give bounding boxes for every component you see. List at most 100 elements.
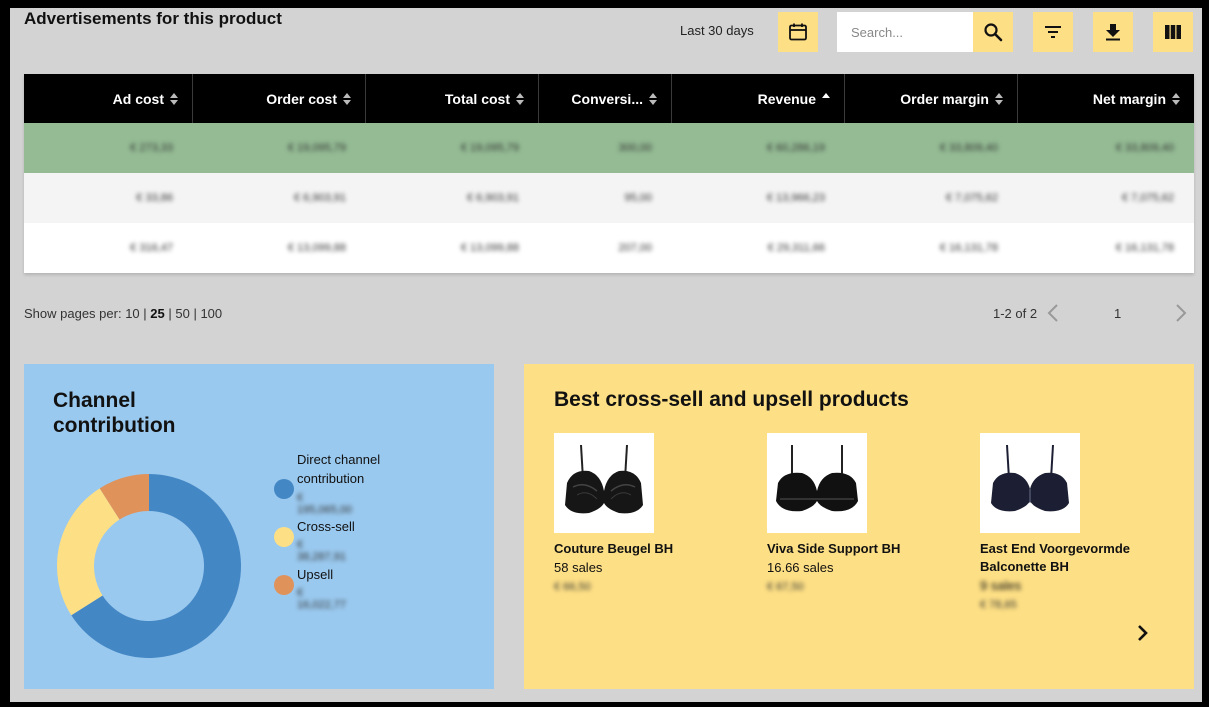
table-cell: € 6,903,91 (294, 192, 346, 204)
column-header-ad-cost[interactable]: Ad cost (24, 74, 193, 123)
search-input[interactable] (849, 23, 973, 41)
cross-sell-card: Best cross-sell and upsell products Cout… (524, 364, 1194, 689)
table-cell: € 33,809,40 (939, 142, 998, 154)
page-number-1[interactable]: 1 (1114, 306, 1121, 321)
page-title: Advertisements for this product (24, 9, 282, 28)
calendar-icon (789, 23, 807, 41)
legend-dot-cross-sell (274, 527, 294, 547)
page-size-label: Show pages per: (24, 306, 122, 321)
page-size-option-100[interactable]: 100 (200, 306, 222, 321)
table-cell: € 29,311,66 (767, 242, 825, 254)
table-cell: € 7,075,62 (1122, 192, 1174, 204)
search-button[interactable] (973, 12, 1013, 52)
table-cell: € 60,286,19 (766, 142, 825, 154)
table-cell: € 33,86 (136, 192, 173, 204)
column-header-total-cost[interactable]: Total cost (366, 74, 539, 123)
sort-icon (995, 92, 1003, 105)
table-row[interactable]: € 273,33 € 19,095,79 € 19,095,79 300,00 … (24, 123, 1194, 173)
product-image (767, 433, 867, 533)
columns-icon (1165, 25, 1181, 39)
product-sales: 9 sales (980, 578, 1022, 593)
download-button[interactable] (1093, 12, 1133, 52)
product-price: € 78,65 (980, 599, 1017, 611)
product-card[interactable]: Viva Side Support BH 16.66 sales € 67,50 (767, 433, 957, 596)
table-cell: 300,00 (618, 142, 652, 154)
table-cell: € 19,095,79 (287, 142, 346, 154)
page-size-option-10[interactable]: 10 (125, 306, 139, 321)
legend-value: € 195,065,00 (297, 492, 353, 516)
channel-contribution-title: Channel contribution (53, 389, 176, 437)
column-header-order-cost[interactable]: Order cost (193, 74, 366, 123)
table-cell: € 6,903,91 (467, 192, 519, 204)
legend-dot-direct (274, 479, 294, 499)
sort-ascending-icon (822, 92, 830, 105)
filter-button[interactable] (1033, 12, 1073, 52)
page-size-option-50[interactable]: 50 (175, 306, 189, 321)
product-name: Viva Side Support BH (767, 541, 901, 556)
previous-page-button[interactable] (1046, 303, 1060, 328)
bra-image-icon (565, 444, 643, 514)
product-name: East End Voorgevormde Balconette BH (980, 541, 1131, 574)
channel-contribution-card: Channel contribution Direct channel cont… (24, 364, 494, 689)
product-card[interactable]: East End Voorgevormde Balconette BH 9 sa… (980, 433, 1170, 614)
table-cell: € 16,131,78 (1115, 242, 1174, 254)
table-cell: € 13,966,23 (766, 192, 825, 204)
table-cell: € 13,099,88 (460, 242, 519, 254)
next-page-button[interactable] (1174, 303, 1188, 328)
legend-value: € 16,022,77 (297, 587, 346, 611)
bra-image-icon (991, 444, 1069, 512)
ads-panel: Advertisements for this product Last 30 … (10, 8, 1202, 702)
channel-donut-chart (57, 474, 241, 658)
legend-dot-upsell (274, 575, 294, 595)
table-cell: € 7,075,62 (946, 192, 998, 204)
sort-icon (516, 92, 524, 105)
table-header: Ad cost Order cost Total cost Conversi..… (24, 74, 1194, 123)
bra-image-icon (776, 445, 858, 512)
table-cell: € 19,095,79 (460, 142, 519, 154)
chevron-right-icon (1176, 304, 1187, 322)
page-size-selector: Show pages per: 10 | 25 | 50 | 100 (24, 306, 223, 321)
product-image (554, 433, 654, 533)
carousel-next-button[interactable] (1136, 624, 1150, 647)
sort-icon (649, 92, 657, 105)
sort-icon (170, 92, 178, 105)
search-field (837, 12, 973, 52)
product-card[interactable]: Couture Beugel BH 58 sales € 66,50 (554, 433, 744, 596)
column-header-order-margin[interactable]: Order margin (845, 74, 1018, 123)
table-cell: 207,00 (618, 242, 652, 254)
column-header-net-margin[interactable]: Net margin (1018, 74, 1194, 123)
donut-segment-cross-sell (57, 488, 120, 616)
table-row[interactable]: € 316,47 € 13,099,88 € 13,099,88 207,00 … (24, 223, 1194, 273)
table-cell: € 316,47 (130, 242, 173, 254)
ads-table: Ad cost Order cost Total cost Conversi..… (24, 74, 1194, 273)
product-sales: 16.66 sales (767, 560, 834, 575)
product-sales: 58 sales (554, 560, 603, 575)
table-cell: 95,00 (624, 192, 652, 204)
product-price: € 67,50 (767, 581, 804, 593)
date-picker-button[interactable] (778, 12, 818, 52)
sort-icon (343, 92, 351, 105)
chevron-right-icon (1138, 625, 1148, 641)
chevron-left-icon (1047, 304, 1058, 322)
table-cell: € 273,33 (130, 142, 173, 154)
legend-label: Upsell (297, 567, 334, 582)
column-header-revenue[interactable]: Revenue (672, 74, 845, 123)
product-image (980, 433, 1080, 533)
search-icon (984, 23, 1003, 42)
sort-icon (1172, 92, 1180, 105)
table-row[interactable]: € 33,86 € 6,903,91 € 6,903,91 95,00 € 13… (24, 173, 1194, 223)
legend-value: € 38,287,91 (297, 539, 346, 563)
table-cell: € 13,099,88 (287, 242, 346, 254)
pagination-range: 1-2 of 2 (993, 306, 1038, 321)
product-price: € 66,50 (554, 581, 591, 593)
page-size-option-25[interactable]: 25 (150, 306, 164, 321)
legend-label: Cross-sell (297, 519, 355, 534)
filter-icon (1045, 26, 1061, 38)
product-name: Couture Beugel BH (554, 541, 674, 556)
table-cell: € 16,131,78 (939, 242, 998, 254)
columns-button[interactable] (1153, 12, 1193, 52)
download-icon (1106, 24, 1120, 41)
date-range-label: Last 30 days (680, 23, 754, 38)
table-cell: € 33,809,40 (1115, 142, 1174, 154)
column-header-conversions[interactable]: Conversi... (539, 74, 672, 123)
